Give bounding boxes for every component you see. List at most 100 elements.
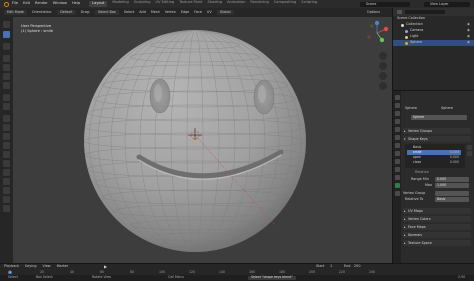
tab-rendering[interactable]: Rendering: [250, 1, 268, 7]
knife-icon[interactable]: [3, 151, 10, 158]
spin-icon[interactable]: [3, 169, 10, 176]
blender-logo-icon[interactable]: [4, 1, 9, 7]
menu-window[interactable]: Window: [53, 2, 67, 6]
polybuild-icon[interactable]: [3, 160, 10, 167]
menu-playback[interactable]: Playback: [4, 264, 19, 268]
menu-file[interactable]: File: [12, 2, 18, 6]
view-layer-selector[interactable]: View Layer: [424, 1, 470, 7]
shrink-icon[interactable]: [3, 187, 10, 194]
mesh-data-field[interactable]: Sphere: [411, 115, 467, 120]
menu-vertex[interactable]: Vertex: [165, 10, 176, 14]
options-dropdown[interactable]: Options: [367, 10, 380, 14]
outliner-search-input[interactable]: [405, 10, 445, 14]
menu-keying[interactable]: Keying: [25, 264, 36, 268]
tab-scripting[interactable]: Scripting: [301, 1, 317, 7]
tab-texture-paint[interactable]: Texture Paint: [179, 1, 202, 7]
menu-marker[interactable]: Marker: [57, 264, 69, 268]
navigation-gizmo-icon[interactable]: [364, 20, 390, 46]
tool-tab-icon[interactable]: [394, 95, 400, 100]
cursor-3d-icon[interactable]: [3, 43, 10, 50]
current-frame[interactable]: 1: [8, 270, 13, 275]
add-shape-key-button[interactable]: [467, 145, 472, 150]
eye-icon[interactable]: ◉: [467, 28, 470, 32]
zoom-icon[interactable]: [379, 52, 387, 60]
transform-orientation[interactable]: Global: [216, 9, 234, 16]
outliner-filter-icon[interactable]: [397, 10, 402, 14]
eye-icon[interactable]: ◉: [467, 34, 470, 38]
menu-select[interactable]: Select: [124, 10, 134, 14]
vertex-groups-panel[interactable]: Vertex Groups: [403, 128, 471, 134]
rotate-icon[interactable]: [3, 64, 10, 71]
end-field[interactable]: 250: [354, 264, 360, 268]
inset-icon[interactable]: [3, 124, 10, 131]
vertex-group-field[interactable]: [435, 191, 469, 196]
range-min-field[interactable]: 0.000: [435, 177, 469, 182]
scene-selector[interactable]: Scene: [360, 1, 410, 7]
menu-render[interactable]: Render: [35, 2, 48, 6]
max-field[interactable]: 1.000: [435, 183, 469, 188]
shape-keys-panel[interactable]: Shape Keys: [403, 136, 471, 142]
tab-shading[interactable]: Shading: [207, 1, 222, 7]
play-icon[interactable]: ▶: [104, 264, 107, 269]
material-tab-icon[interactable]: [394, 191, 400, 196]
eye-icon[interactable]: ◉: [467, 22, 470, 26]
tab-layout[interactable]: Layout: [89, 1, 108, 7]
eye-icon[interactable]: ◉: [467, 40, 470, 44]
mode-dropdown[interactable]: Edit Mode: [4, 9, 27, 16]
rip-icon[interactable]: [3, 205, 10, 212]
uv-maps-panel[interactable]: UV Maps: [403, 208, 471, 214]
smooth-icon[interactable]: [3, 178, 10, 185]
camera-view-icon[interactable]: [379, 72, 387, 80]
particles-tab-icon[interactable]: [394, 159, 400, 164]
extrude-icon[interactable]: [3, 115, 10, 122]
relative-checkbox[interactable]: Relative: [415, 170, 429, 174]
view-layer-tab-icon[interactable]: [394, 119, 400, 124]
tab-uv-editing[interactable]: UV Editing: [156, 1, 175, 7]
world-tab-icon[interactable]: [394, 135, 400, 140]
loopcut-icon[interactable]: [3, 142, 10, 149]
render-tab-icon[interactable]: [394, 103, 400, 108]
scene-tab-icon[interactable]: [394, 127, 400, 132]
menu-edit[interactable]: Edit: [23, 2, 30, 6]
menu-mesh[interactable]: Mesh: [151, 10, 160, 14]
shape-key-close[interactable]: close 0.000: [407, 160, 461, 165]
outliner-item-sphere[interactable]: Sphere ◉: [393, 40, 474, 46]
annotate-icon[interactable]: [3, 94, 10, 101]
texture-space-panel[interactable]: Texture Space: [403, 240, 471, 246]
menu-uv[interactable]: UV: [207, 10, 212, 14]
modifier-tab-icon[interactable]: [394, 151, 400, 156]
grid-icon[interactable]: [379, 82, 387, 90]
hand-icon[interactable]: [379, 62, 387, 70]
menu-face[interactable]: Face: [194, 10, 202, 14]
scale-icon[interactable]: [3, 73, 10, 80]
menu-view[interactable]: View: [43, 264, 51, 268]
menu-edge[interactable]: Edge: [181, 10, 190, 14]
select-box-icon[interactable]: [3, 31, 10, 38]
start-field[interactable]: 1: [330, 264, 332, 268]
orientation-dropdown[interactable]: Default: [57, 9, 76, 16]
normals-panel[interactable]: Normals: [403, 232, 471, 238]
transform-icon[interactable]: [3, 82, 10, 89]
measure-icon[interactable]: [3, 103, 10, 110]
bevel-icon[interactable]: [3, 133, 10, 140]
3d-viewport[interactable]: User Perspective (1) Sphere : smile: [13, 17, 392, 263]
mesh-data-tab-icon[interactable]: [394, 183, 400, 188]
remove-shape-key-button[interactable]: [467, 151, 472, 156]
shape-key-value[interactable]: 0.000: [450, 160, 459, 165]
vertex-colors-panel[interactable]: Vertex Colors: [403, 216, 471, 222]
shear-icon[interactable]: [3, 196, 10, 203]
output-tab-icon[interactable]: [394, 111, 400, 116]
tab-sculpting[interactable]: Sculpting: [134, 1, 151, 7]
tab-modeling[interactable]: Modeling: [112, 1, 128, 7]
tab-compositing[interactable]: Compositing: [274, 1, 297, 7]
physics-tab-icon[interactable]: [394, 167, 400, 172]
constraints-tab-icon[interactable]: [394, 175, 400, 180]
menu-add[interactable]: Add: [139, 10, 146, 14]
face-maps-panel[interactable]: Face Maps: [403, 224, 471, 230]
move-icon[interactable]: [3, 55, 10, 62]
relative-to-field[interactable]: Basis: [435, 197, 469, 202]
cursor-icon[interactable]: [3, 21, 10, 28]
object-tab-icon[interactable]: [394, 143, 400, 148]
menu-help[interactable]: Help: [72, 2, 80, 6]
tab-animation[interactable]: Animation: [227, 1, 245, 7]
